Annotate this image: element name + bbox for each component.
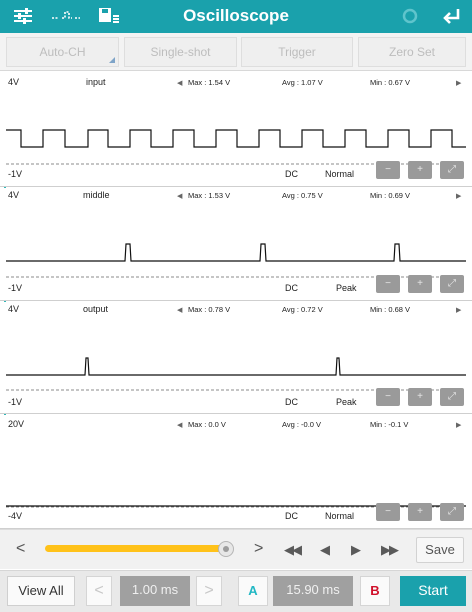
start-button[interactable]: Start bbox=[400, 576, 466, 606]
expand-icon[interactable]: ⤢ bbox=[440, 275, 464, 293]
play-icon[interactable]: ▶ bbox=[351, 542, 361, 558]
min-readout: Min : 0.69 V bbox=[370, 191, 411, 200]
refresh-icon[interactable] bbox=[400, 6, 420, 26]
slider-handle[interactable] bbox=[218, 541, 234, 557]
channel-panel-4[interactable]: 20V ◀ Max : 0.0 V Avg : -0.0 V Min : -0.… bbox=[0, 415, 472, 529]
bottom-bar: View All < 1.00 ms > A 15.90 ms B Start bbox=[0, 570, 472, 612]
waveform-middle bbox=[6, 243, 466, 278]
channel-panel-middle[interactable]: 4V middle ◀ Max : 1.53 V Avg : 0.75 V Mi… bbox=[0, 188, 472, 301]
left-arrow-icon[interactable]: ◀ bbox=[177, 79, 182, 87]
left-arrow-icon[interactable]: ◀ bbox=[177, 421, 182, 429]
avg-readout: Avg : 0.75 V bbox=[282, 191, 323, 200]
view-all-button[interactable]: View All bbox=[7, 576, 75, 606]
time-decrease-button[interactable]: < bbox=[86, 576, 112, 606]
scale-top-label: 20V bbox=[8, 419, 25, 429]
mode-label: Peak bbox=[336, 283, 357, 293]
zero-set-label: Zero Set bbox=[388, 45, 436, 59]
fast-forward-icon[interactable]: ▶▶ bbox=[381, 542, 399, 558]
rewind-icon[interactable]: ◀◀ bbox=[284, 542, 302, 558]
max-readout: Max : 1.54 V bbox=[188, 78, 231, 87]
expand-icon[interactable]: ⤢ bbox=[440, 388, 464, 406]
min-readout: Min : 0.67 V bbox=[370, 78, 411, 87]
timeline-slider[interactable] bbox=[45, 545, 230, 552]
waveform-4 bbox=[6, 505, 466, 508]
avg-readout: Avg : -0.0 V bbox=[282, 420, 322, 429]
max-readout: Max : 0.78 V bbox=[188, 305, 231, 314]
scale-top-label: 4V bbox=[8, 304, 20, 314]
channel-name: output bbox=[83, 304, 109, 314]
expand-icon[interactable]: ⤢ bbox=[440, 161, 464, 179]
minus-button[interactable]: − bbox=[376, 503, 400, 521]
minus-button[interactable]: − bbox=[376, 388, 400, 406]
trigger-button[interactable]: Trigger bbox=[241, 37, 353, 67]
coupling-label: DC bbox=[285, 397, 298, 407]
playback-bar: < > ◀◀ ◀ ▶ ▶▶ Save bbox=[0, 529, 472, 569]
min-readout: Min : 0.68 V bbox=[370, 305, 411, 314]
channel-name: middle bbox=[83, 190, 110, 200]
max-readout: Max : 1.53 V bbox=[188, 191, 231, 200]
single-shot-label: Single-shot bbox=[150, 45, 211, 59]
channel-name: input bbox=[86, 77, 106, 87]
scale-top-label: 4V bbox=[8, 77, 20, 87]
app-header: Oscilloscope bbox=[0, 0, 472, 33]
save-button[interactable]: Save bbox=[416, 537, 464, 563]
plus-button[interactable]: + bbox=[408, 388, 432, 406]
left-arrow-icon[interactable]: ◀ bbox=[177, 192, 182, 200]
time-div-value: 1.00 ms bbox=[120, 576, 190, 606]
waveform-input bbox=[6, 129, 466, 165]
scale-bottom-label: -1V bbox=[8, 283, 23, 293]
right-arrow-icon[interactable]: ▶ bbox=[456, 79, 461, 87]
right-arrow-icon[interactable]: ▶ bbox=[456, 421, 461, 429]
auto-ch-label: Auto-CH bbox=[39, 45, 86, 59]
channel-panel-output[interactable]: 4V output ◀ Max : 0.78 V Avg : 0.72 V Mi… bbox=[0, 302, 472, 414]
coupling-label: DC bbox=[285, 283, 298, 293]
mode-label: Normal bbox=[325, 511, 355, 521]
trigger-label: Trigger bbox=[278, 45, 316, 59]
channel-panel-input[interactable]: 4V input ◀ Max : 1.54 V Avg : 1.07 V Min… bbox=[0, 75, 472, 187]
time-increase-button[interactable]: > bbox=[196, 576, 222, 606]
next-icon[interactable]: > bbox=[254, 540, 263, 558]
min-readout: Min : -0.1 V bbox=[370, 420, 409, 429]
avg-readout: Avg : 0.72 V bbox=[282, 305, 323, 314]
plus-button[interactable]: + bbox=[408, 161, 432, 179]
coupling-label: DC bbox=[285, 169, 298, 179]
prev-icon[interactable]: < bbox=[16, 540, 25, 558]
mode-label: Peak bbox=[336, 397, 357, 407]
scale-top-label: 4V bbox=[8, 190, 20, 200]
step-back-icon[interactable]: ◀ bbox=[320, 542, 330, 558]
toolbar: Auto-CH Single-shot Trigger Zero Set bbox=[0, 33, 472, 71]
minus-button[interactable]: − bbox=[376, 275, 400, 293]
auto-ch-button[interactable]: Auto-CH bbox=[6, 37, 119, 67]
right-arrow-icon[interactable]: ▶ bbox=[456, 192, 461, 200]
coupling-label: DC bbox=[285, 511, 298, 521]
scale-bottom-label: -4V bbox=[8, 511, 23, 521]
max-readout: Max : 0.0 V bbox=[188, 420, 226, 429]
cursor-delta-value: 15.90 ms bbox=[273, 576, 353, 606]
plus-button[interactable]: + bbox=[408, 503, 432, 521]
scale-bottom-label: -1V bbox=[8, 397, 23, 407]
cursor-b-button[interactable]: B bbox=[360, 576, 390, 606]
left-arrow-icon[interactable]: ◀ bbox=[177, 306, 182, 314]
expand-icon[interactable]: ⤢ bbox=[440, 503, 464, 521]
back-icon[interactable] bbox=[441, 6, 463, 26]
zero-set-button[interactable]: Zero Set bbox=[358, 37, 466, 67]
single-shot-button[interactable]: Single-shot bbox=[124, 37, 237, 67]
mode-label: Normal bbox=[325, 169, 355, 179]
scale-bottom-label: -1V bbox=[8, 169, 23, 179]
avg-readout: Avg : 1.07 V bbox=[282, 78, 323, 87]
dropdown-corner-icon bbox=[109, 57, 115, 63]
waveform-output bbox=[6, 357, 466, 391]
right-arrow-icon[interactable]: ▶ bbox=[456, 306, 461, 314]
minus-button[interactable]: − bbox=[376, 161, 400, 179]
cursor-a-button[interactable]: A bbox=[238, 576, 268, 606]
plus-button[interactable]: + bbox=[408, 275, 432, 293]
